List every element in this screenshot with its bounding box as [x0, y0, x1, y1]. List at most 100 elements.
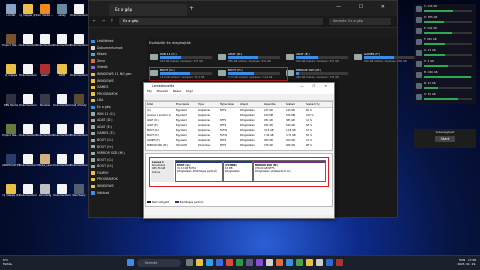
sidebar-item[interactable]: Hálózat: [89, 190, 145, 197]
desktop-icon[interactable]: Tropico Steam 3 KO: [2, 124, 20, 137]
desktop-icon[interactable]: Dokumentum: [19, 154, 37, 167]
column-header[interactable]: Fájlrendszer: [220, 102, 234, 107]
speedtest-start-button[interactable]: Start: [434, 136, 456, 142]
menu-item[interactable]: Súgó: [186, 89, 193, 93]
window-controls[interactable]: — ☐ ✕: [300, 83, 331, 89]
sidebar-item[interactable]: Dokumentumok: [89, 45, 145, 52]
sidebar-item[interactable]: WINDOWS 11 NG gen: [89, 71, 145, 78]
sidebar-item[interactable]: WINDOWS: [89, 183, 145, 190]
sidebar-item[interactable]: BOOT (G:): [89, 137, 145, 144]
sidebar-item[interactable]: Képek: [89, 51, 145, 58]
app-icon[interactable]: [266, 259, 273, 266]
column-header[interactable]: Szabad: [286, 102, 295, 107]
sidebar-item[interactable]: BOOT (H:): [89, 144, 145, 151]
column-header[interactable]: Kötet: [147, 102, 153, 107]
desktop-icon[interactable]: Dokumentum: [70, 34, 88, 47]
desktop-icon[interactable]: Dokumentum: [70, 154, 88, 167]
sidebar-item[interactable]: PROGRAMOK: [89, 176, 145, 183]
sidebar-item[interactable]: BOOT (H:): [89, 163, 145, 170]
desktop-icon[interactable]: Új mappa (3): [20, 4, 36, 17]
desktop-icon[interactable]: Új mappa (2): [3, 184, 19, 197]
sidebar-item[interactable]: WIN 11 (C:): [89, 111, 145, 118]
sidebar-item[interactable]: FILMEK: [89, 170, 145, 177]
desktop-icon[interactable]: VLC media player: [36, 4, 54, 17]
desktop-icon[interactable]: Call of Duty: [71, 94, 87, 107]
desktop-icon[interactable]: Dokumentum: [19, 64, 37, 77]
taskbar-search[interactable]: Keresés: [137, 259, 181, 267]
table-row[interactable]: MIRROR SSD (M:) Tükrözött Dinamikus NTFS Kif…: [146, 143, 332, 148]
menu-item[interactable]: Művelet: [157, 89, 168, 93]
drive-tile[interactable]: MIRROR SSD (M:) 466 GB szabad, összesen: …: [286, 68, 356, 80]
chrome-icon[interactable]: [226, 259, 233, 266]
app-icon[interactable]: [236, 259, 243, 266]
sidebar-item[interactable]: ADAT (D:): [89, 117, 145, 124]
sidebar-item[interactable]: Ez a gép: [89, 104, 145, 111]
task-view-icon[interactable]: [186, 259, 193, 266]
desktop-icon[interactable]: Dokumentum: [53, 184, 71, 197]
app-icon[interactable]: [326, 259, 333, 266]
drive-tile[interactable]: ADAT (E:) 540 GB szabad, összesen: 931 GB: [286, 52, 356, 64]
drive-tile[interactable]: WIN 11 (C:) 143 GB szabad, összesen: 237 …: [150, 52, 220, 64]
column-header[interactable]: Szabad (%): [306, 102, 320, 107]
column-header[interactable]: Elrendezés: [176, 102, 189, 107]
app-icon[interactable]: [336, 259, 343, 266]
app-icon[interactable]: [306, 259, 313, 266]
app-icon[interactable]: [316, 259, 323, 266]
desktop-icon[interactable]: Dokumentum: [70, 124, 88, 137]
sidebar-item[interactable]: Letöltések: [89, 38, 145, 45]
desktop-icon[interactable]: Dokumentum: [36, 34, 54, 47]
desktop-icon[interactable]: Dokumentum: [19, 124, 37, 137]
desktop-icon[interactable]: AIMP: [54, 64, 70, 77]
desktop-icon[interactable]: Dokumentum: [53, 124, 71, 137]
sidebar-item[interactable]: GAMES: [89, 84, 145, 91]
app-icon[interactable]: [286, 259, 293, 266]
desktop-icon[interactable]: Dokumentum: [53, 94, 71, 107]
desktop-icon[interactable]: valley: [54, 4, 70, 17]
desktop-icon[interactable]: Dokumentum: [19, 34, 37, 47]
menu-item[interactable]: Nézet: [173, 89, 181, 93]
desktop-icon[interactable]: Tropico Steam 2 KO: [2, 34, 20, 47]
drive-tile[interactable]: ADAT (D:) 385 GB szabad, összesen: 931 GB: [218, 52, 288, 64]
desktop-icon[interactable]: adcsdsdg: [37, 184, 53, 197]
app-icon[interactable]: [296, 259, 303, 266]
desktop-icon[interactable]: Dokumentum: [70, 64, 88, 77]
desktop-icon[interactable]: Dokumentum: [19, 94, 37, 107]
store-icon[interactable]: [216, 259, 223, 266]
menu-item[interactable]: Fájl: [147, 89, 152, 93]
desktop-icon[interactable]: Dokumentum: [19, 184, 37, 197]
weather-widget[interactable]: 8°C Felhős: [3, 258, 12, 266]
tab-this-pc[interactable]: Ez a gép: [109, 4, 187, 16]
desktop-icon[interactable]: Minka_Lean: [37, 154, 53, 167]
desktop-icon[interactable]: OBS Studio: [3, 94, 19, 107]
edge-icon[interactable]: [206, 259, 213, 266]
app-icon[interactable]: [276, 259, 283, 266]
column-header[interactable]: Állapot: [240, 102, 248, 107]
sidebar-item[interactable]: PROGRAMOK: [89, 91, 145, 98]
file-explorer-icon[interactable]: [196, 259, 203, 266]
desktop-icon[interactable]: Shadow: [37, 94, 53, 107]
desktop-icon[interactable]: Sanctuary: [71, 184, 87, 197]
sidebar-item[interactable]: ADAT (E:): [89, 124, 145, 131]
sidebar-item[interactable]: BOOT (G:): [89, 157, 145, 164]
system-tray[interactable]: HUN 17:08 2023. 01. 19.: [457, 258, 476, 266]
column-header[interactable]: Kapacitás: [264, 102, 276, 107]
app-icon[interactable]: [256, 259, 263, 266]
sidebar-item[interactable]: GAMES (F:): [89, 130, 145, 137]
sidebar-item[interactable]: LDA: [89, 97, 145, 104]
search-input[interactable]: Keresés: Ez a gép: [329, 18, 391, 25]
desktop-icon[interactable]: Lomtár: [3, 4, 19, 17]
sidebar-item[interactable]: MIRROR SSD (M:): [89, 150, 145, 157]
desktop-icon[interactable]: Radio: [37, 64, 53, 77]
desktop-icon[interactable]: Dokumentum: [53, 154, 71, 167]
start-icon[interactable]: [127, 259, 134, 266]
window-controls[interactable]: — ☐ ✕: [336, 4, 393, 10]
sidebar-item[interactable]: Zene: [89, 58, 145, 65]
sidebar-item[interactable]: Videók: [89, 64, 145, 71]
column-header[interactable]: Típus: [198, 102, 204, 107]
add-tab-button[interactable]: +: [189, 5, 194, 12]
sidebar-item[interactable]: WINDOWS: [89, 78, 145, 85]
desktop-icon[interactable]: ARCHICAD 25: [2, 154, 20, 167]
desktop-icon[interactable]: Dokumentum: [53, 34, 71, 47]
address-input[interactable]: Ez a gép: [119, 18, 323, 25]
desktop-icon[interactable]: Új mappa: [3, 64, 19, 77]
